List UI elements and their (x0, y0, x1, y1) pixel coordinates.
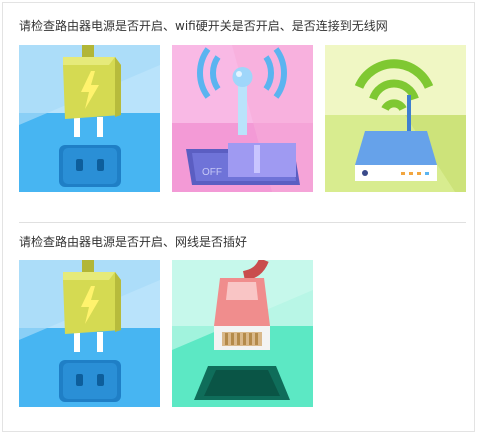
section-caption-cable: 请检查路由器电源是否开启、网线是否插好 (19, 235, 248, 249)
power-plug-icon (19, 45, 160, 192)
wifi-switch-icon: OFF (172, 45, 313, 192)
network-cable-illustration (172, 260, 313, 407)
section-divider (19, 222, 466, 223)
power-adapter-illustration (19, 260, 160, 407)
switch-off-label: OFF (202, 167, 222, 178)
power-adapter-illustration (19, 45, 160, 192)
wifi-router-illustration (325, 45, 466, 192)
power-plug-icon (19, 260, 160, 407)
network-troubleshoot-panel: 请检查路由器电源是否开启、wifi硬开关是否开启、是否连接到无线网 OFF 请检… (2, 2, 475, 432)
section-caption-wifi: 请检查路由器电源是否开启、wifi硬开关是否开启、是否连接到无线网 (19, 19, 388, 33)
wifi-switch-illustration: OFF (172, 45, 313, 192)
wifi-router-icon (325, 45, 466, 192)
ethernet-plug-icon (172, 260, 313, 407)
